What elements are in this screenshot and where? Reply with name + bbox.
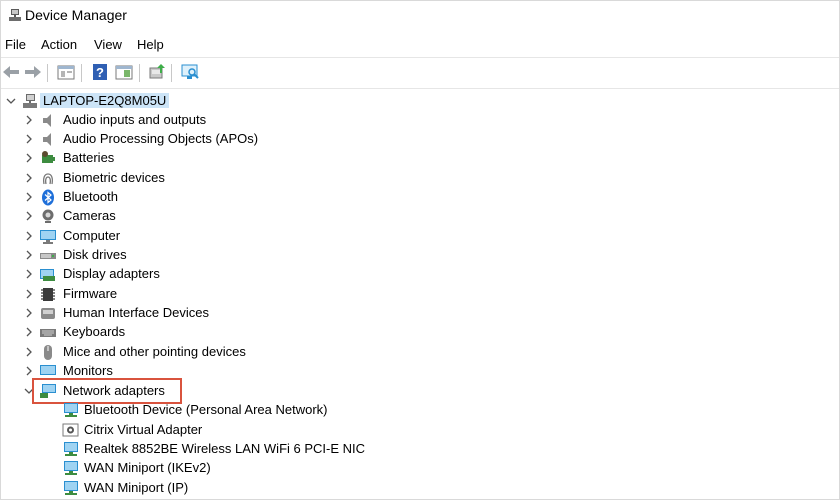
disk-drive-icon: [40, 253, 56, 259]
tree-item-label: Keyboards: [63, 324, 126, 339]
webcam-icon: [42, 209, 54, 223]
toolbar: ?: [1, 57, 839, 89]
tree-item-audio-inputs[interactable]: Audio inputs and outputs: [1, 111, 401, 130]
network-adapter-label: WAN Miniport (IKEv2): [84, 460, 211, 475]
window-title: Device Manager: [25, 7, 127, 23]
chevron-right-icon[interactable]: [24, 326, 34, 338]
chevron-right-icon[interactable]: [24, 288, 34, 300]
tree-item-biometric[interactable]: Biometric devices: [1, 169, 401, 188]
menu-action[interactable]: Action: [41, 37, 77, 52]
chip-icon: [41, 288, 55, 301]
chevron-right-icon[interactable]: [24, 230, 34, 242]
network-adapter-label: Realtek 8852BE Wireless LAN WiFi 6 PCI-E…: [84, 441, 366, 456]
device-manager-icon: [9, 9, 21, 21]
bluetooth-icon: [42, 189, 54, 206]
speaker-icon: [43, 114, 51, 127]
chevron-right-icon[interactable]: [24, 365, 34, 377]
tree-item-bluetooth[interactable]: Bluetooth: [1, 188, 401, 207]
citrix-adapter-icon: [62, 423, 79, 437]
tree-item-audio-apos[interactable]: Audio Processing Objects (APOs): [1, 130, 401, 149]
tree-item-label: Bluetooth: [63, 189, 118, 204]
tree-item-computer[interactable]: Computer: [1, 227, 401, 246]
back-arrow-icon[interactable]: [1, 62, 21, 82]
toolbar-separator: [171, 64, 172, 82]
tree-item-label: Batteries: [63, 150, 115, 165]
network-adapter-item[interactable]: Realtek 8852BE Wireless LAN WiFi 6 PCI-E…: [1, 440, 501, 459]
device-tree: LAPTOP-E2Q8M05U Audio inputs and outputs…: [1, 89, 839, 501]
tree-item-label: Mice and other pointing devices: [63, 344, 246, 359]
action-pane-icon[interactable]: [114, 62, 134, 82]
chevron-right-icon[interactable]: [24, 114, 34, 126]
tree-root[interactable]: LAPTOP-E2Q8M05U: [1, 92, 401, 111]
keyboard-icon: [40, 329, 56, 337]
tree-item-disk-drives[interactable]: Disk drives: [1, 246, 401, 265]
toolbar-separator: [81, 64, 82, 82]
tree-item-label: Display adapters: [63, 266, 160, 281]
title-bar: Device Manager: [1, 1, 839, 31]
computer-icon: [23, 94, 37, 108]
network-adapter-item[interactable]: Bluetooth Device (Personal Area Network): [1, 401, 501, 420]
tree-item-keyboards[interactable]: Keyboards: [1, 323, 401, 342]
network-adapter-label: WAN Miniport (IP): [84, 480, 189, 495]
network-adapter-label: Bluetooth Device (Personal Area Network): [84, 402, 328, 417]
chevron-right-icon[interactable]: [24, 307, 34, 319]
tree-item-label: Audio Processing Objects (APOs): [63, 131, 259, 146]
tree-item-label: Audio inputs and outputs: [63, 112, 207, 127]
monitor-icon: [40, 230, 56, 244]
forward-arrow-icon[interactable]: [23, 62, 43, 82]
tree-item-batteries[interactable]: Batteries: [1, 149, 401, 168]
hid-icon: [41, 308, 55, 319]
network-adapter-item[interactable]: Citrix Virtual Adapter: [1, 421, 501, 440]
fingerprint-icon: [42, 173, 54, 185]
tree-item-label: Cameras: [63, 208, 116, 223]
menu-help[interactable]: Help: [137, 37, 164, 52]
network-adapter-item[interactable]: WAN Miniport (IKEv2): [1, 459, 501, 478]
properties-icon[interactable]: [56, 62, 76, 82]
tree-item-mice[interactable]: Mice and other pointing devices: [1, 343, 401, 362]
toolbar-separator: [47, 64, 48, 82]
tree-item-hid[interactable]: Human Interface Devices: [1, 304, 401, 323]
tree-item-cameras[interactable]: Cameras: [1, 207, 401, 226]
tree-item-label: Firmware: [63, 286, 118, 301]
menu-bar: File Action View Help: [1, 35, 839, 55]
display-adapter-icon: [40, 269, 55, 281]
chevron-right-icon[interactable]: [24, 152, 34, 164]
toolbar-separator: [139, 64, 140, 82]
network-adapter-label: Citrix Virtual Adapter: [84, 422, 203, 437]
tree-item-label: Monitors: [63, 363, 113, 378]
svg-text:?: ?: [96, 65, 104, 80]
chevron-right-icon[interactable]: [24, 346, 34, 358]
tree-item-label: Biometric devices: [63, 170, 165, 185]
chevron-down-icon[interactable]: [6, 95, 16, 107]
tree-item-firmware[interactable]: Firmware: [1, 285, 401, 304]
update-driver-icon[interactable]: [147, 62, 167, 82]
mouse-icon: [44, 345, 52, 360]
chevron-right-icon[interactable]: [24, 191, 34, 203]
chevron-right-icon[interactable]: [24, 268, 34, 280]
speaker-icon: [43, 133, 51, 146]
scan-hardware-icon[interactable]: [180, 62, 200, 82]
tree-item-label: Human Interface Devices: [63, 305, 209, 320]
network-adapter-icon: [64, 461, 78, 475]
tree-item-label: Disk drives: [63, 247, 127, 262]
network-adapter-icon: [64, 481, 78, 495]
chevron-right-icon[interactable]: [24, 210, 34, 222]
chevron-right-icon[interactable]: [24, 172, 34, 184]
help-icon[interactable]: ?: [90, 62, 110, 82]
network-adapter-item[interactable]: WAN Miniport (IP): [1, 479, 501, 498]
menu-view[interactable]: View: [94, 37, 122, 52]
network-adapter-icon: [64, 442, 78, 456]
tree-item-label: Computer: [63, 228, 121, 243]
chevron-right-icon[interactable]: [24, 249, 34, 261]
network-adapter-icon: [64, 403, 78, 417]
tree-item-display-adapters[interactable]: Display adapters: [1, 265, 401, 284]
menu-file[interactable]: File: [5, 37, 26, 52]
battery-icon: [42, 151, 55, 163]
computer-name: LAPTOP-E2Q8M05U: [40, 93, 170, 108]
chevron-right-icon[interactable]: [24, 133, 34, 145]
